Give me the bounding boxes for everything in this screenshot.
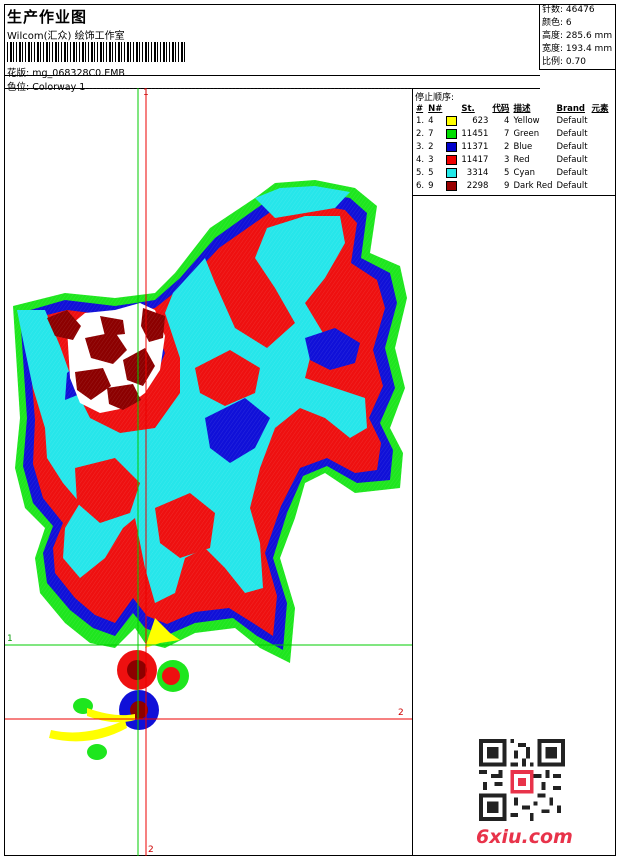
row-swatch <box>444 180 459 193</box>
table-row: 3. 2 11371 2 Blue Default <box>414 141 611 154</box>
row-code: 9 <box>504 181 510 191</box>
info-stitches: 针数: 46476 <box>542 5 595 15</box>
row-brand: Default <box>556 168 588 178</box>
row-swatch <box>444 141 459 154</box>
table-header-row: # N# St. 代码 描述 Brand 元素 <box>414 103 611 115</box>
header-divider-inner <box>5 75 540 76</box>
design-file-name: mg_068328C0.EMB <box>32 68 125 79</box>
row-code: 2 <box>504 142 510 152</box>
row-index: 5. <box>416 168 425 178</box>
row-element <box>590 180 611 193</box>
color-swatch <box>446 180 458 191</box>
row-swatch <box>444 154 459 167</box>
row-stitches: 623 <box>472 116 489 126</box>
row-needle: 7 <box>428 129 434 139</box>
table-row: 6. 9 2298 9 Dark Red Default <box>414 180 611 193</box>
color-swatch <box>446 154 458 165</box>
axis-top-label: 1 <box>143 88 149 98</box>
row-needle: 9 <box>428 181 434 191</box>
row-swatch <box>444 128 459 141</box>
row-index: 3. <box>416 142 425 152</box>
table-row: 2. 7 11451 7 Green Default <box>414 128 611 141</box>
row-element <box>590 115 611 128</box>
design-info-box: 针数: 46476 颜色: 6 高度: 285.6 mm 宽度: 193.4 m… <box>539 4 616 70</box>
table-row: 1. 4 623 4 Yellow Default <box>414 115 611 128</box>
col-description: 描述 <box>513 104 531 114</box>
row-element <box>590 141 611 154</box>
row-stitches: 11371 <box>461 142 489 152</box>
row-index: 6. <box>416 181 425 191</box>
color-swatch <box>446 141 458 152</box>
row-swatch <box>444 115 459 128</box>
info-scale: 比例: 0.70 <box>542 57 586 67</box>
color-swatch <box>446 167 458 178</box>
row-code: 4 <box>504 116 510 126</box>
row-stitches: 2298 <box>466 181 489 191</box>
row-stitches: 11417 <box>461 155 489 165</box>
stop-sequence-panel: 停止顺序: # N# St. 代码 描述 Brand 元素 1. 4 623 4 Yel… <box>412 88 616 196</box>
row-stitches: 11451 <box>461 129 489 139</box>
qr-code <box>479 739 565 821</box>
row-swatch <box>444 167 459 180</box>
design-file-row: 花版: mg_068328C0.EMB <box>7 65 125 79</box>
row-needle: 4 <box>428 116 434 126</box>
col-stitches: St. <box>461 104 475 114</box>
row-brand: Default <box>556 155 588 165</box>
row-element <box>590 128 611 141</box>
stitch-texture <box>5 88 412 688</box>
company-name: Wilcom(汇众) 绘饰工作室 <box>7 31 125 42</box>
col-brand: Brand <box>556 104 586 114</box>
page-title: 生产作业图 <box>7 8 88 26</box>
row-element <box>590 154 611 167</box>
row-description: Cyan <box>513 168 535 178</box>
stop-sequence-title: 停止顺序: <box>415 93 455 103</box>
info-height: 高度: 285.6 mm <box>542 31 613 41</box>
row-index: 2. <box>416 129 425 139</box>
row-description: Red <box>513 155 530 165</box>
col-code: 代码 <box>492 104 510 114</box>
panel-divider <box>412 196 413 856</box>
row-description: Dark Red <box>513 181 553 191</box>
col-index: # <box>416 104 424 114</box>
col-element: 元素 <box>591 104 609 114</box>
axis-right-label: 2 <box>398 708 404 718</box>
row-index: 1. <box>416 116 425 126</box>
row-code: 5 <box>504 168 510 178</box>
barcode <box>7 42 187 62</box>
row-needle: 2 <box>428 142 434 152</box>
row-needle: 5 <box>428 168 434 178</box>
table-row: 4. 3 11417 3 Red Default <box>414 154 611 167</box>
row-description: Blue <box>513 142 533 152</box>
info-colors: 颜色: 6 <box>542 18 572 28</box>
row-brand: Default <box>556 116 588 126</box>
axis-bottom-label: 2 <box>148 845 154 855</box>
table-row: 5. 5 3314 5 Cyan Default <box>414 167 611 180</box>
row-stitches: 3314 <box>466 168 489 178</box>
row-element <box>590 167 611 180</box>
design-label: 花版: <box>7 68 30 79</box>
row-brand: Default <box>556 181 588 191</box>
info-width: 宽度: 193.4 mm <box>542 44 613 54</box>
col-swatch <box>444 103 459 115</box>
row-index: 4. <box>416 155 425 165</box>
row-description: Yellow <box>513 116 540 126</box>
row-needle: 3 <box>428 155 434 165</box>
embroidery-preview <box>5 88 412 856</box>
row-code: 7 <box>504 129 510 139</box>
stop-sequence-table: # N# St. 代码 描述 Brand 元素 1. 4 623 4 Yellow Def… <box>414 103 611 193</box>
row-brand: Default <box>556 129 588 139</box>
row-description: Green <box>513 129 540 139</box>
col-needle: N# <box>428 104 443 114</box>
row-brand: Default <box>556 142 588 152</box>
watermark: 6xiu.com <box>476 826 573 848</box>
axis-left-label: 1 <box>7 634 13 644</box>
row-code: 3 <box>504 155 510 165</box>
design-preview: 1 2 1 2 <box>5 88 412 856</box>
color-swatch <box>446 128 458 139</box>
color-swatch <box>446 115 458 126</box>
